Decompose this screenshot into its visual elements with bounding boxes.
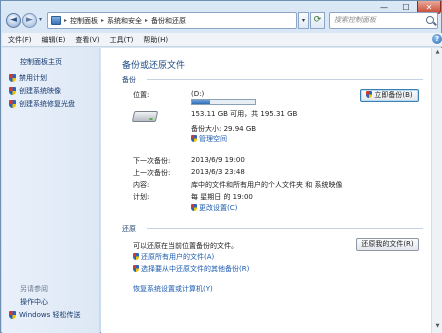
section-divider <box>147 228 423 229</box>
disk-usage-fill <box>192 100 210 104</box>
contents-value: 库中的文件和所有用户的个人文件夹 和 系统映像 <box>191 181 343 189</box>
disk-usage-bar <box>191 99 256 105</box>
next-backup-label: 下一次备份: <box>133 157 171 165</box>
back-button[interactable]: ◄ <box>6 13 21 28</box>
see-also-heading: 另请参阅 <box>20 285 48 293</box>
refresh-button[interactable]: ⟳ <box>310 12 325 29</box>
breadcrumb-separator[interactable]: ▸ <box>64 17 67 24</box>
sidebar-item-label: 禁用计划 <box>19 74 47 82</box>
sidebar-item-create-repair-disc[interactable]: 创建系统修复光盘 <box>9 99 75 109</box>
free-space-text: 153.11 GB 可用，共 195.31 GB <box>191 110 298 118</box>
hard-drive-icon <box>131 111 159 122</box>
sidebar-item-label: Windows 轻松传送 <box>19 311 81 319</box>
breadcrumb-system-security[interactable]: 系统和安全 <box>107 16 142 26</box>
change-settings-label: 更改设置(C) <box>199 204 238 212</box>
easy-transfer-icon <box>9 311 16 319</box>
sidebar-item-disable-schedule[interactable]: 禁用计划 <box>9 73 47 83</box>
last-backup-label: 上一次备份: <box>133 169 171 177</box>
menu-view[interactable]: 查看(V) <box>75 35 99 45</box>
address-dropdown-button[interactable]: ▾ <box>298 12 309 29</box>
scroll-down-arrow-icon[interactable]: ▼ <box>433 323 442 332</box>
forward-arrow-icon: ► <box>26 15 33 25</box>
restore-my-files-button[interactable]: 还原我的文件(R) <box>356 238 419 251</box>
uac-shield-icon <box>9 100 16 108</box>
manage-space-label: 管理空间 <box>199 135 227 143</box>
menu-tools[interactable]: 工具(T) <box>110 35 134 45</box>
menu-edit[interactable]: 编辑(E) <box>42 35 66 45</box>
uac-shield-icon <box>9 74 16 82</box>
breadcrumb-backup-restore[interactable]: 备份和还原 <box>151 16 186 26</box>
help-icon[interactable]: ? <box>432 34 442 44</box>
restore-description: 可以还原在当前位置备份的文件。 <box>133 242 238 250</box>
breadcrumb-separator[interactable]: ▸ <box>145 17 148 24</box>
backup-section-label: 备份 <box>122 76 136 84</box>
section-divider <box>147 79 423 80</box>
recover-settings-link[interactable]: 恢复系统设置或计算机(Y) <box>133 284 213 294</box>
uac-shield-icon <box>9 87 16 95</box>
refresh-icon: ⟳ <box>313 15 322 25</box>
breadcrumb-control-panel[interactable]: 控制面板 <box>70 16 98 26</box>
address-bar[interactable]: ▸ 控制面板 ▸ 系统和安全 ▸ 备份和还原 <box>47 12 297 29</box>
main-content: 备份或还原文件 备份 位置: (D:) 153.11 GB 可用，共 195.3… <box>101 48 431 333</box>
next-backup-value: 2013/6/9 19:00 <box>191 156 245 164</box>
uac-shield-icon <box>191 135 197 142</box>
backup-now-button[interactable]: 立即备份(B) <box>360 89 419 102</box>
scroll-up-arrow-icon[interactable]: ▲ <box>433 49 442 58</box>
search-icon[interactable] <box>426 16 434 24</box>
backup-size-text: 备份大小: 29.94 GB <box>191 125 257 133</box>
control-panel-window: — ☐ ✕ ◄ ► ▾ ▸ 控制面板 ▸ 系统和安全 ▸ 备份和还原 ▾ ⟳ 搜… <box>0 0 442 333</box>
breadcrumb-separator[interactable]: ▸ <box>101 17 104 24</box>
backup-now-label: 立即备份(B) <box>374 91 413 99</box>
schedule-label: 计划: <box>133 193 150 201</box>
uac-shield-icon <box>133 253 139 260</box>
search-input[interactable]: 搜索控制面板 <box>329 12 438 29</box>
sidebar-item-label: 创建系统修复光盘 <box>19 100 75 108</box>
back-arrow-icon: ◄ <box>10 15 17 25</box>
location-value: (D:) <box>191 90 205 98</box>
select-other-backup-link[interactable]: 选择要从中还原文件的其他备份(R) <box>133 264 249 274</box>
sidebar-item-label: 创建系统映像 <box>19 87 61 95</box>
sidebar: 控制面板主页 禁用计划 创建系统映像 创建系统修复光盘 另请参阅 操作中心 Wi… <box>2 48 100 333</box>
restore-section-label: 还原 <box>122 225 136 233</box>
sidebar-action-center-link[interactable]: 操作中心 <box>20 297 48 307</box>
location-label: 位置: <box>133 91 150 99</box>
sidebar-easy-transfer-link[interactable]: Windows 轻松传送 <box>9 310 80 320</box>
uac-shield-icon <box>366 91 373 98</box>
restore-all-users-link[interactable]: 还原所有用户的文件(A) <box>133 252 214 262</box>
forward-button[interactable]: ► <box>22 13 37 28</box>
search-placeholder: 搜索控制面板 <box>334 16 376 24</box>
menu-file[interactable]: 文件(F) <box>8 35 32 45</box>
vertical-scrollbar[interactable]: ▲ ▼ <box>431 48 442 333</box>
restore-all-users-label: 还原所有用户的文件(A) <box>141 253 215 261</box>
menu-help[interactable]: 帮助(H) <box>143 35 168 45</box>
last-backup-value: 2013/6/3 23:48 <box>191 168 245 176</box>
title-bar: — ☐ ✕ ◄ ► ▾ ▸ 控制面板 ▸ 系统和安全 ▸ 备份和还原 ▾ ⟳ 搜… <box>1 1 441 31</box>
sidebar-item-create-system-image[interactable]: 创建系统映像 <box>9 86 61 96</box>
contents-label: 内容: <box>133 181 150 189</box>
menu-bar: 文件(F) 编辑(E) 查看(V) 工具(T) 帮助(H) <box>2 33 442 47</box>
uac-shield-icon <box>133 265 139 272</box>
history-dropdown[interactable]: ▾ <box>39 16 42 23</box>
uac-shield-icon <box>191 204 197 211</box>
select-other-backup-label: 选择要从中还原文件的其他备份(R) <box>141 265 250 273</box>
page-title: 备份或还原文件 <box>122 61 186 71</box>
control-panel-icon <box>51 16 61 25</box>
manage-space-link[interactable]: 管理空间 <box>191 134 227 144</box>
change-settings-link[interactable]: 更改设置(C) <box>191 203 237 213</box>
sidebar-home-link[interactable]: 控制面板主页 <box>20 57 62 67</box>
schedule-value: 每 星期日 的 19:00 <box>191 193 253 201</box>
